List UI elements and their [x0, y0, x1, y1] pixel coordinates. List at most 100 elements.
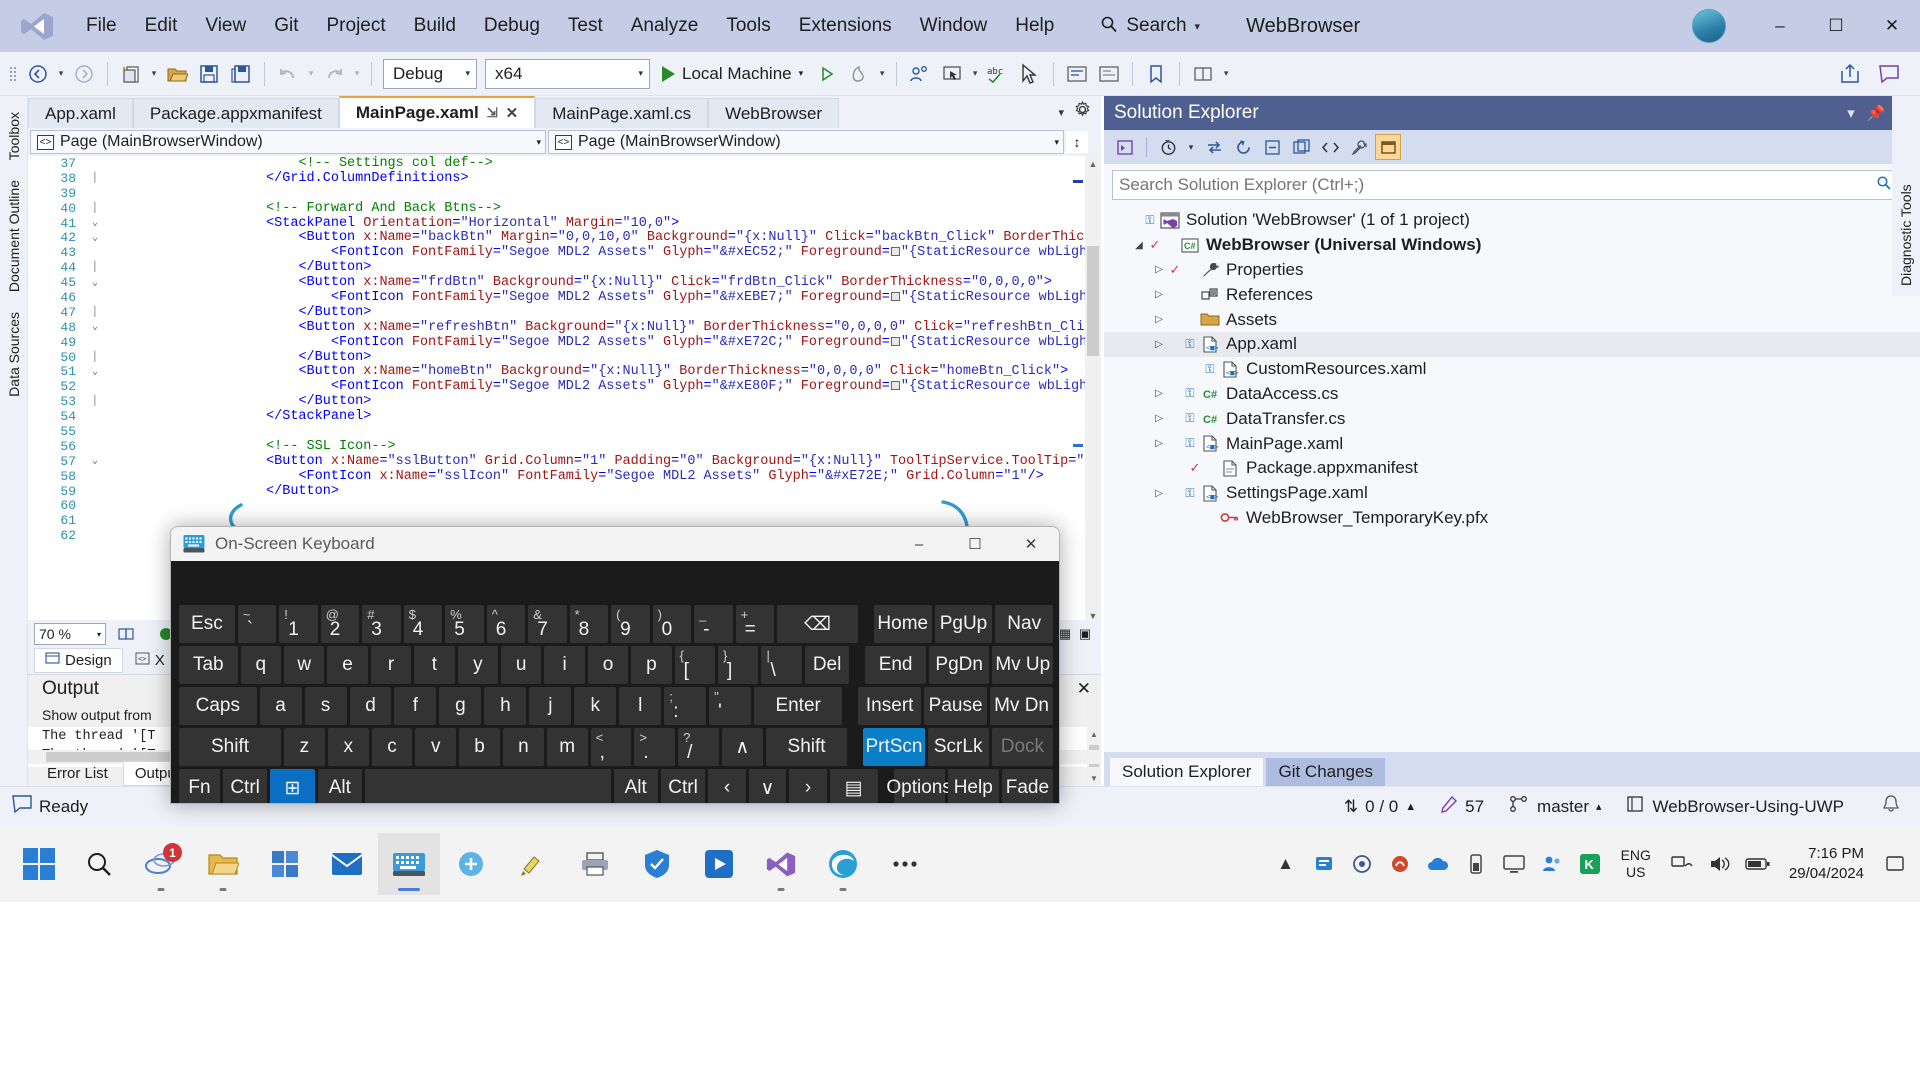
tree-item-app-xaml[interactable]: ▷ ⚿ <■> App.xaml: [1104, 331, 1920, 357]
start-debugging-button[interactable]: Local Machine ▾: [654, 59, 811, 89]
se-footer-tab-solution-explorer[interactable]: Solution Explorer: [1110, 758, 1264, 786]
security-icon[interactable]: [626, 833, 688, 895]
output-close-button[interactable]: ✕: [1077, 679, 1091, 699]
key-alt[interactable]: Alt: [613, 769, 658, 803]
uncomment-block-icon[interactable]: [1094, 59, 1124, 89]
code-line[interactable]: 46 <FontIcon FontFamily="Segoe MDL2 Asse…: [28, 290, 1101, 305]
chevron-down-icon[interactable]: ▾: [1847, 104, 1855, 122]
key-t[interactable]: t: [414, 646, 455, 684]
status-source-control-sync[interactable]: ⇅ 0 / 0 ▲: [1332, 787, 1428, 827]
key-y[interactable]: y: [457, 646, 499, 684]
key-r[interactable]: r: [370, 646, 412, 684]
key-key[interactable]: {[: [674, 646, 716, 684]
key-j[interactable]: j: [529, 687, 572, 725]
menu-item-edit[interactable]: Edit: [131, 6, 192, 46]
key-i[interactable]: i: [544, 646, 585, 684]
live-share-icon[interactable]: [905, 59, 935, 89]
key-caps[interactable]: Caps: [179, 687, 257, 725]
solution-explorer-search[interactable]: ▾: [1112, 170, 1912, 200]
minimize-button[interactable]: –: [1752, 0, 1808, 52]
network-icon[interactable]: [1663, 839, 1701, 889]
printer-icon[interactable]: [564, 833, 626, 895]
key-n[interactable]: n: [502, 728, 544, 766]
key-g[interactable]: g: [439, 687, 482, 725]
code-line[interactable]: 60: [28, 498, 1101, 513]
code-line[interactable]: 42 ⌄ <Button x:Name="backBtn" Margin="0,0…: [28, 230, 1101, 245]
menu-item-file[interactable]: File: [72, 6, 131, 46]
scroll-up-arrow-icon[interactable]: ▲: [1085, 156, 1101, 172]
code-line[interactable]: 53 │ </Button>: [28, 394, 1101, 409]
refresh-icon[interactable]: [1230, 134, 1256, 160]
solution-tree[interactable]: ⚿ Solution 'WebBrowser' (1 of 1 project) ◢…: [1104, 208, 1920, 748]
chevron-down-icon[interactable]: ▾: [799, 68, 804, 79]
editor-vertical-scrollbar[interactable]: ▲ ▼: [1085, 156, 1101, 624]
key-9[interactable]: (9: [611, 605, 650, 643]
status-branch[interactable]: master ▴: [1496, 787, 1614, 827]
add-icon[interactable]: [440, 833, 502, 895]
navigate-backward-dropdown-icon[interactable]: ▾: [54, 68, 68, 79]
expander-icon[interactable]: ▷: [1150, 388, 1168, 399]
code-line[interactable]: 38 │ </Grid.ColumnDefinitions>: [28, 171, 1101, 186]
split-view-icon[interactable]: ↕: [1066, 131, 1088, 153]
fold-indicator[interactable]: │: [86, 262, 104, 273]
code-line[interactable]: 52 <FontIcon FontFamily="Segoe MDL2 Asse…: [28, 379, 1101, 394]
code-view-icon[interactable]: [1112, 134, 1138, 160]
expander-icon[interactable]: ▷: [1150, 488, 1168, 499]
key-c[interactable]: c: [371, 728, 413, 766]
key-pgdn[interactable]: PgDn: [928, 646, 990, 684]
key-5[interactable]: % 5: [445, 605, 484, 643]
key-dock[interactable]: Dock: [991, 728, 1053, 766]
key-options[interactable]: Options: [886, 769, 952, 803]
display-icon[interactable]: [1495, 839, 1533, 889]
media-player-icon[interactable]: [688, 833, 750, 895]
key-q[interactable]: q: [240, 646, 281, 684]
new-project-dropdown-icon[interactable]: ▾: [147, 68, 161, 79]
code-line[interactable]: 47 │ </Button>: [28, 305, 1101, 320]
window-layout-icon[interactable]: [1188, 59, 1218, 89]
fold-indicator[interactable]: ⌄: [86, 366, 104, 378]
key-o[interactable]: o: [587, 646, 629, 684]
key-alt[interactable]: Alt: [317, 769, 362, 803]
share-icon[interactable]: [1835, 59, 1865, 89]
tree-item-mainpage-xaml[interactable]: ▷ ⚿ <■> MainPage.xaml: [1104, 431, 1920, 456]
bookmark-icon[interactable]: [1141, 59, 1171, 89]
key-2[interactable]: @2: [320, 605, 360, 643]
maximize-button[interactable]: ☐: [1808, 0, 1864, 52]
fold-indicator[interactable]: │: [86, 352, 104, 363]
zoom-level-dropdown[interactable]: 70 % ▾: [34, 623, 106, 645]
tab-design[interactable]: Design: [34, 647, 123, 673]
people-icon[interactable]: [1533, 839, 1571, 889]
key-8[interactable]: * 8: [569, 605, 609, 643]
show-all-files-icon[interactable]: [1288, 134, 1314, 160]
key-key[interactable]: ⌫: [777, 605, 858, 643]
key-u[interactable]: u: [501, 646, 542, 684]
key-pause[interactable]: Pause: [924, 687, 988, 725]
solution-configuration-dropdown[interactable]: Debug ▾: [383, 58, 477, 89]
navigation-right-dropdown[interactable]: <> Page (MainBrowserWindow) ▾: [548, 130, 1064, 154]
fold-indicator[interactable]: ⌄: [86, 321, 104, 333]
menu-item-window[interactable]: Window: [906, 6, 1002, 46]
key-key[interactable]: " ': [709, 687, 752, 725]
hot-reload-dropdown-icon[interactable]: ▾: [875, 68, 889, 79]
key-mvdn[interactable]: Mv Dn: [990, 687, 1054, 725]
expander-icon[interactable]: ▷: [1150, 413, 1168, 424]
vertical-tab-diagnostic-tools[interactable]: Diagnostic Tools: [1894, 102, 1918, 296]
key-key[interactable]: ∧: [721, 728, 763, 766]
tree-item-customresources-xaml[interactable]: ⚿ <■> CustomResources.xaml: [1104, 357, 1920, 382]
battery-status-icon[interactable]: [1457, 839, 1495, 889]
kaspersky-icon[interactable]: K: [1571, 839, 1609, 889]
key-tab[interactable]: Tab: [179, 646, 238, 684]
fold-indicator[interactable]: ⌄: [86, 277, 104, 289]
pending-changes-icon[interactable]: [1155, 134, 1181, 160]
expander-icon[interactable]: ▷: [1150, 314, 1168, 325]
key-help[interactable]: Help: [947, 769, 999, 803]
document-tab-app-xaml[interactable]: App.xaml: [28, 98, 133, 128]
on-screen-keyboard-icon[interactable]: [378, 833, 440, 895]
code-line[interactable]: 43 <FontIcon FontFamily="Segoe MDL2 Asse…: [28, 245, 1101, 260]
key-key[interactable]: ›: [789, 769, 827, 803]
select-element-icon[interactable]: [937, 59, 967, 89]
status-pending-edits[interactable]: 57: [1428, 787, 1496, 827]
file-explorer-icon[interactable]: [192, 833, 254, 895]
task-view-icon[interactable]: 1: [130, 833, 192, 895]
key-mvup[interactable]: Mv Up: [992, 646, 1054, 684]
